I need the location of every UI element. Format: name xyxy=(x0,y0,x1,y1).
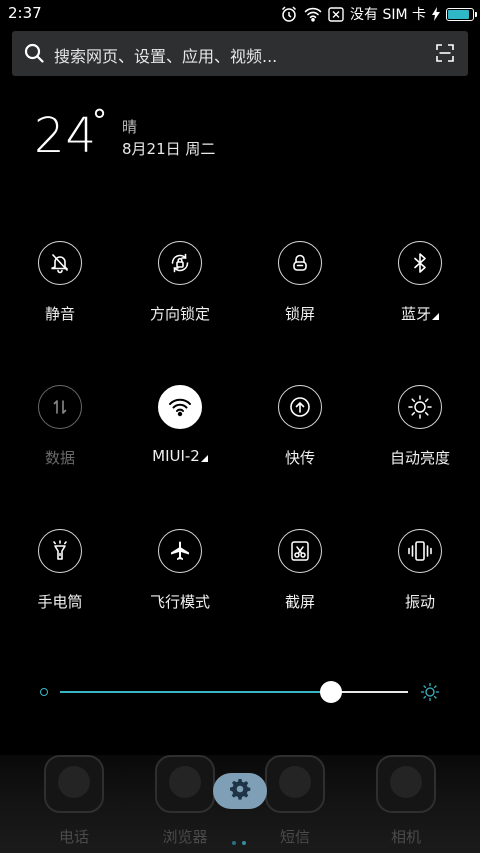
toggle-label: 振动 xyxy=(404,593,435,611)
temperature: 24 xyxy=(34,108,98,164)
toggle-label: 手电筒 xyxy=(37,593,83,611)
flashlight-icon xyxy=(38,529,82,573)
toggle-label: 截屏 xyxy=(284,593,315,611)
messages-icon xyxy=(265,755,325,813)
toggle-silent[interactable]: 静音 xyxy=(0,241,120,351)
toggle-flashlight[interactable]: 手电筒 xyxy=(0,529,120,639)
quick-transfer-icon xyxy=(278,385,322,429)
dock-app-phone[interactable]: 电话 xyxy=(14,755,134,853)
brightness-thumb[interactable] xyxy=(320,681,343,703)
search-bar[interactable]: 搜索网页、设置、应用、视频... xyxy=(12,31,468,76)
degree-symbol: ° xyxy=(92,104,107,139)
silent-bell-icon xyxy=(38,241,82,285)
battery-icon xyxy=(446,7,477,21)
scan-icon[interactable] xyxy=(436,44,454,66)
toggle-label: 快传 xyxy=(284,449,315,467)
weather-widget[interactable]: 24 ° 晴 8月21日 周二 xyxy=(34,104,454,168)
toggle-screenshot[interactable]: 截屏 xyxy=(240,529,360,639)
dock-app-label: 浏览器 xyxy=(162,828,208,846)
brightness-high-icon xyxy=(420,682,440,706)
phone-icon xyxy=(44,755,104,813)
toggle-label: 数据 xyxy=(44,449,75,467)
dock-app-camera[interactable]: 相机 xyxy=(346,755,466,853)
weather-condition: 晴 xyxy=(122,118,138,136)
bluetooth-icon xyxy=(398,241,442,285)
toggle-lock-screen[interactable]: 锁屏 xyxy=(240,241,360,351)
browser-icon xyxy=(155,755,215,813)
dropdown-triangle-icon xyxy=(200,455,208,462)
rotation-lock-icon xyxy=(158,241,202,285)
search-icon xyxy=(24,43,44,67)
brightness-fill xyxy=(60,691,332,693)
brightness-low-icon xyxy=(40,688,48,696)
dock-app-label: 短信 xyxy=(279,828,310,846)
toggle-label: 自动亮度 xyxy=(389,449,450,467)
wifi-icon xyxy=(158,385,202,429)
sim-status-text: 没有 SIM 卡 xyxy=(350,7,426,23)
status-icons: 没有 SIM 卡 xyxy=(280,3,477,25)
alarm-icon xyxy=(280,5,298,23)
dock-app-label: 电话 xyxy=(58,828,89,846)
toggle-label: 蓝牙 xyxy=(360,303,480,324)
toggle-label: MIUI-2 xyxy=(120,447,240,465)
vibrate-icon xyxy=(398,529,442,573)
toggle-airplane-mode[interactable]: 飞行模式 xyxy=(120,529,240,639)
weather-date: 8月21日 周二 xyxy=(122,140,216,158)
toggle-rotation-lock[interactable]: 方向锁定 xyxy=(120,241,240,351)
charging-icon xyxy=(432,7,440,21)
brightness-slider[interactable] xyxy=(40,680,440,706)
toggle-quick-transfer[interactable]: 快传 xyxy=(240,385,360,495)
search-placeholder: 搜索网页、设置、应用、视频... xyxy=(54,47,278,66)
page-dot xyxy=(232,841,236,845)
dock-app-label: 相机 xyxy=(390,828,421,846)
wifi-icon xyxy=(304,6,322,22)
toggle-label: 锁屏 xyxy=(284,305,315,323)
page-indicator xyxy=(232,841,248,847)
toggle-auto-brightness[interactable]: 自动亮度 xyxy=(360,385,480,495)
dropdown-triangle-icon xyxy=(432,313,439,320)
screenshot-icon xyxy=(278,529,322,573)
airplane-icon xyxy=(158,529,202,573)
brightness-track[interactable] xyxy=(60,681,408,703)
toggle-label: 飞行模式 xyxy=(149,593,210,611)
status-time: 2:37 xyxy=(8,4,42,22)
page-dot-active xyxy=(242,841,246,845)
toggle-bluetooth[interactable]: 蓝牙 xyxy=(360,241,480,351)
toggle-label: 静音 xyxy=(44,305,75,323)
no-sim-icon xyxy=(328,6,344,22)
status-bar: 2:37 没有 SIM 卡 xyxy=(0,0,480,28)
toggle-mobile-data[interactable]: 数据 xyxy=(0,385,120,495)
lock-icon xyxy=(278,241,322,285)
toggle-label: 方向锁定 xyxy=(149,305,210,323)
settings-gear-icon xyxy=(229,778,251,804)
settings-button[interactable] xyxy=(213,773,267,809)
toggle-wifi[interactable]: MIUI-2 xyxy=(120,385,240,495)
auto-brightness-icon xyxy=(398,385,442,429)
camera-icon xyxy=(376,755,436,813)
mobile-data-icon xyxy=(38,385,82,429)
toggle-vibrate[interactable]: 振动 xyxy=(360,529,480,639)
